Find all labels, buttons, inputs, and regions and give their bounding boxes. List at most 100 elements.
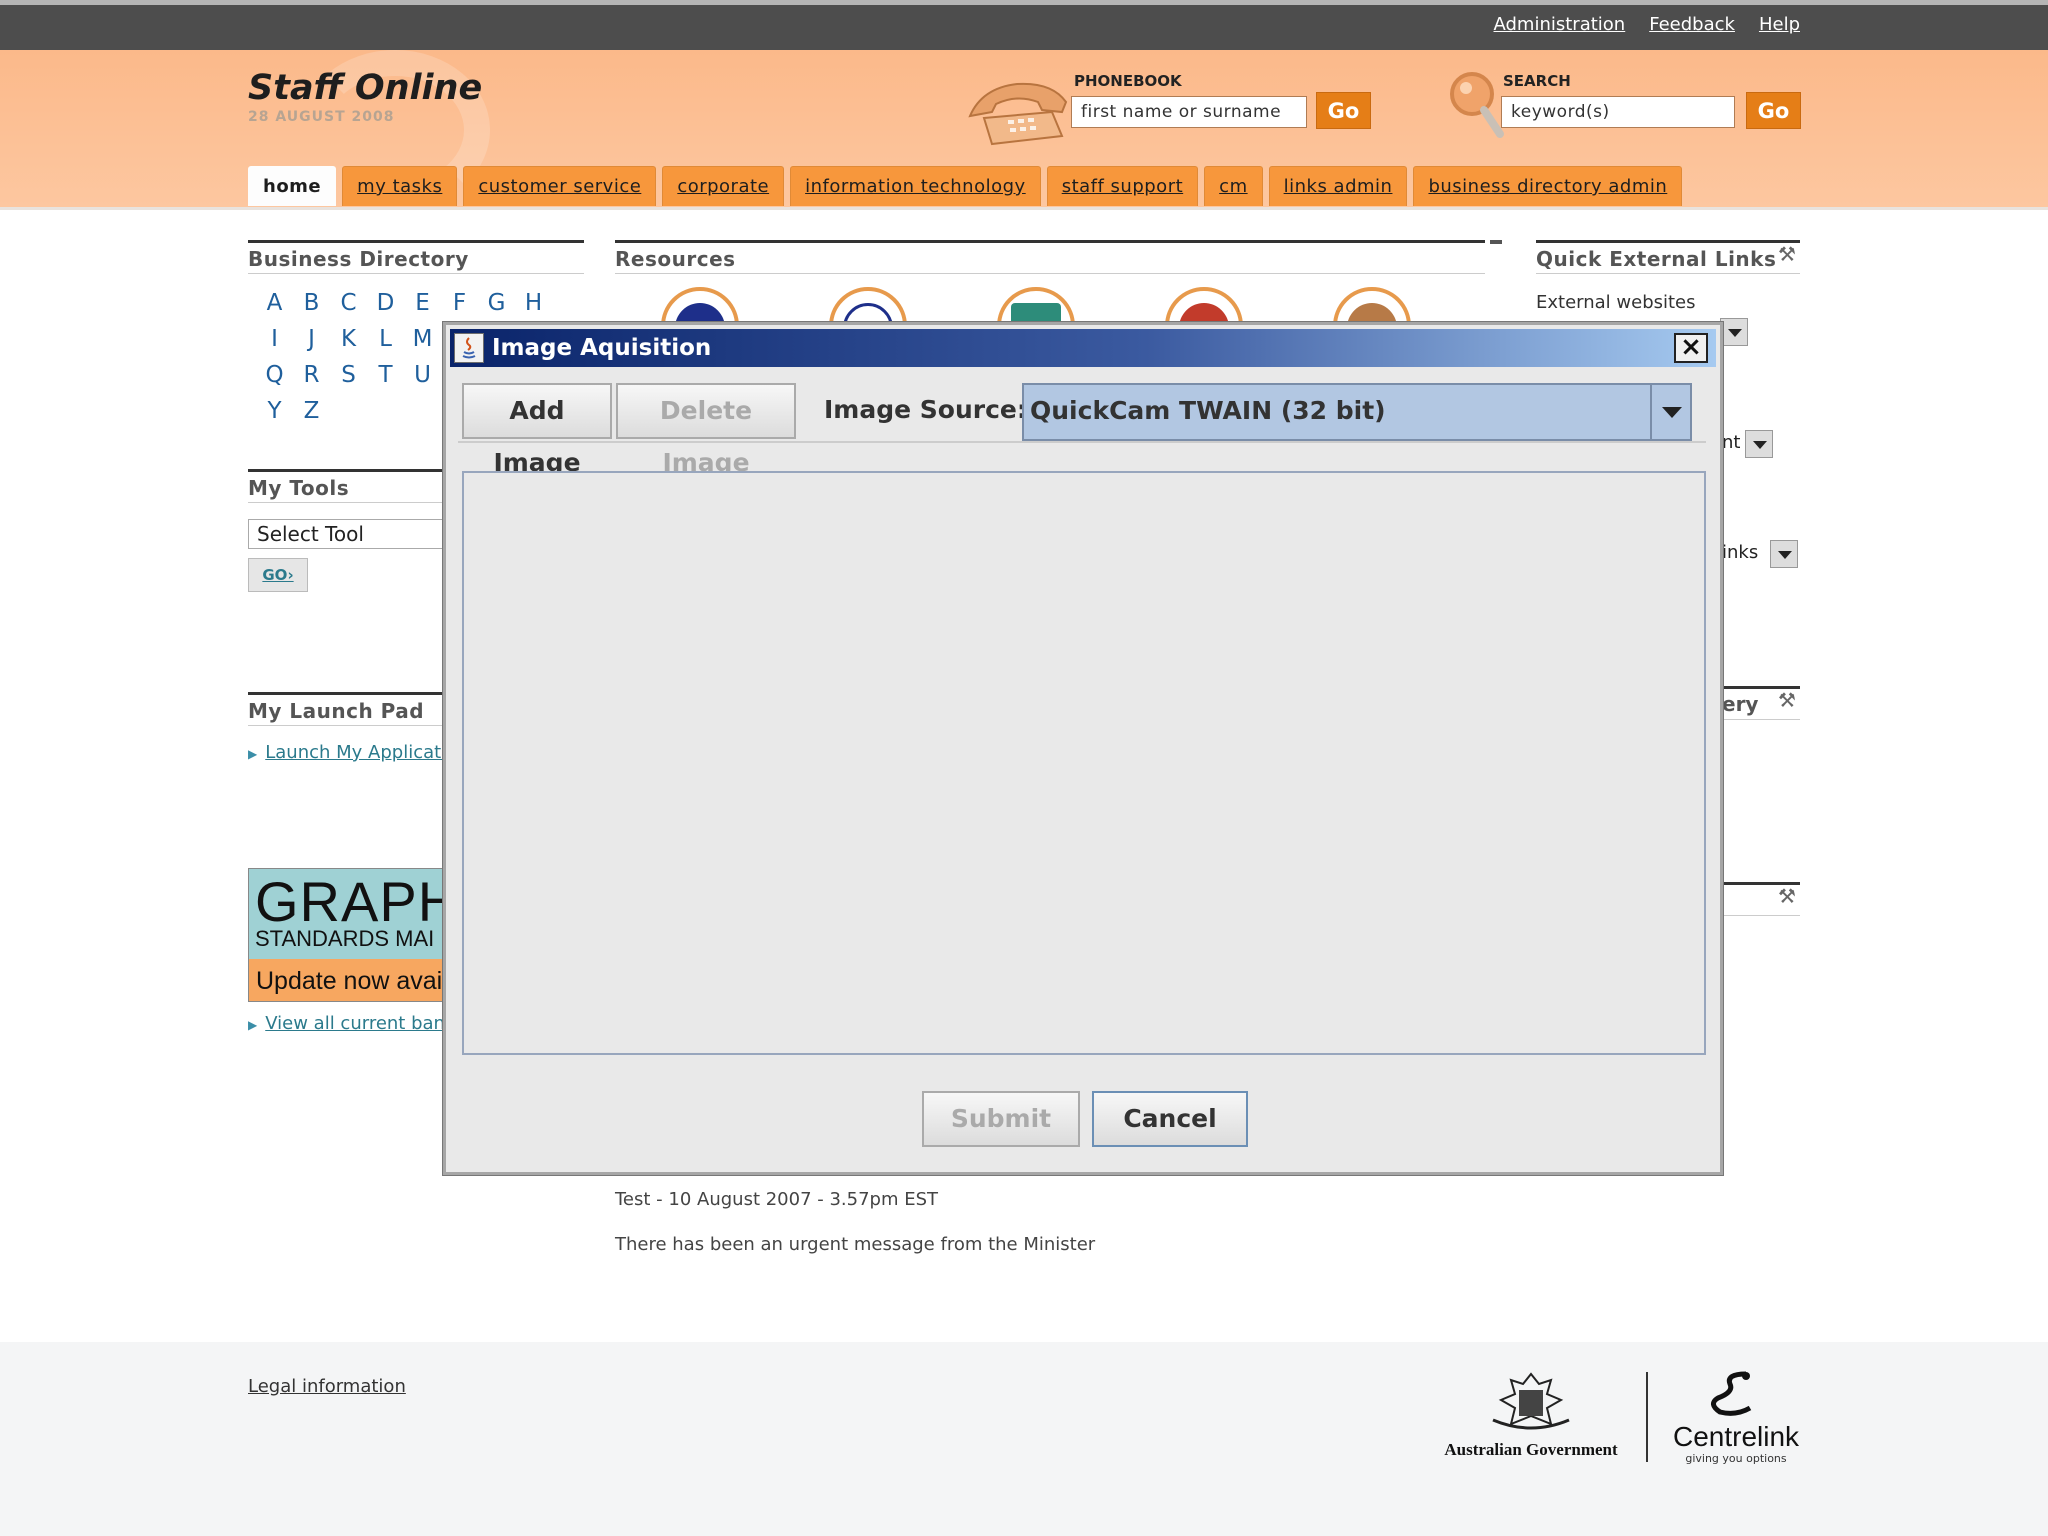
tab-cm[interactable]: cm bbox=[1204, 166, 1263, 206]
submit-button[interactable]: Submit bbox=[922, 1091, 1080, 1147]
tab-business-directory-admin[interactable]: business directory admin bbox=[1413, 166, 1683, 206]
chevron-down-icon[interactable] bbox=[1650, 385, 1690, 439]
tab-staff-support[interactable]: staff support bbox=[1046, 166, 1199, 206]
site-date: 28 AUGUST 2008 bbox=[248, 109, 395, 125]
letter-s[interactable]: S bbox=[330, 362, 367, 398]
wrench-icon[interactable]: ⚒ bbox=[1778, 884, 1796, 908]
tool-go-link[interactable]: GO› bbox=[262, 566, 293, 584]
letter-u[interactable]: U bbox=[404, 362, 441, 398]
wrench-icon[interactable]: ⚒ bbox=[1778, 688, 1796, 712]
launch-applications-link[interactable]: Launch My Applicatic bbox=[265, 742, 456, 763]
external-websites-dropdown[interactable] bbox=[1720, 318, 1748, 346]
tab-cm-link[interactable]: cm bbox=[1219, 176, 1247, 197]
add-image-button[interactable]: Add Image bbox=[462, 383, 612, 477]
arrow-right-icon: ▶ bbox=[248, 1018, 258, 1032]
centrelink-logo: Centrelink giving you options bbox=[1666, 1368, 1806, 1465]
phonebook-input[interactable]: first name or surname bbox=[1071, 96, 1307, 128]
quick-links-dropdown[interactable] bbox=[1745, 430, 1773, 458]
tab-home[interactable]: home bbox=[248, 166, 337, 206]
logo-divider bbox=[1646, 1372, 1648, 1462]
help-link[interactable]: Help bbox=[1759, 14, 1800, 35]
tab-customer-service[interactable]: customer service bbox=[463, 166, 657, 206]
letter-q[interactable]: Q bbox=[256, 362, 293, 398]
tab-information-technology[interactable]: information technology bbox=[790, 166, 1041, 206]
magnifier-icon bbox=[1450, 72, 1504, 138]
tab-information-technology-link[interactable]: information technology bbox=[805, 176, 1026, 197]
letter-h[interactable]: H bbox=[515, 290, 552, 326]
main-navigation: home my tasks customer service corporate… bbox=[248, 166, 1683, 206]
tab-business-directory-admin-link[interactable]: business directory admin bbox=[1428, 176, 1667, 197]
tab-my-tasks-link[interactable]: my tasks bbox=[357, 176, 442, 197]
external-websites-label: External websites bbox=[1536, 292, 1696, 313]
chevron-down-icon bbox=[1753, 441, 1767, 449]
wrench-icon[interactable]: ⚒ bbox=[1778, 242, 1796, 266]
cancel-button[interactable]: Cancel bbox=[1092, 1091, 1248, 1147]
image-source-label: Image Source: bbox=[824, 395, 1027, 424]
government-name: Australian Government bbox=[1444, 1440, 1618, 1459]
search-label: SEARCH bbox=[1503, 72, 1571, 90]
arrow-right-icon: ▶ bbox=[248, 747, 258, 761]
letter-f[interactable]: F bbox=[441, 290, 478, 326]
tab-corporate-link[interactable]: corporate bbox=[677, 176, 769, 197]
letter-g[interactable]: G bbox=[478, 290, 515, 326]
letter-j[interactable]: J bbox=[293, 326, 330, 362]
my-tools-title: My Tools bbox=[248, 469, 448, 503]
links-dropdown[interactable] bbox=[1770, 540, 1798, 568]
letter-m[interactable]: M bbox=[404, 326, 441, 362]
letter-e[interactable]: E bbox=[404, 290, 441, 326]
delete-image-button[interactable]: Delete Image bbox=[616, 383, 796, 477]
coat-of-arms-icon bbox=[1492, 1372, 1570, 1430]
letter-d[interactable]: D bbox=[367, 290, 404, 326]
news-item: Test - 10 August 2007 - 3.57pm EST bbox=[615, 1189, 939, 1210]
chevron-down-icon bbox=[1778, 551, 1792, 559]
tab-links-admin[interactable]: links admin bbox=[1268, 166, 1408, 206]
dropdown-partial-text: nt bbox=[1722, 432, 1741, 453]
letter-y[interactable]: Y bbox=[256, 398, 293, 434]
site-header: Staff Online 28 AUGUST 2008 PHONEBOOK fi… bbox=[0, 50, 2048, 210]
centrelink-swirl-icon bbox=[1711, 1371, 1752, 1416]
letter-a[interactable]: A bbox=[256, 290, 293, 326]
search-input[interactable]: keyword(s) bbox=[1501, 96, 1735, 128]
chevron-down-icon bbox=[1728, 329, 1742, 337]
letter-l[interactable]: L bbox=[367, 326, 404, 362]
dropdown-partial-text: inks bbox=[1722, 542, 1759, 563]
tab-my-tasks[interactable]: my tasks bbox=[342, 166, 458, 206]
image-preview-area[interactable] bbox=[462, 471, 1706, 1055]
letter-c[interactable]: C bbox=[330, 290, 367, 326]
business-directory-title: Business Directory bbox=[248, 240, 584, 274]
dialog-titlebar[interactable]: Image Aquisition × bbox=[450, 329, 1716, 367]
phonebook-go-button[interactable]: Go bbox=[1316, 92, 1371, 129]
tab-staff-support-link[interactable]: staff support bbox=[1062, 176, 1183, 197]
australian-government-logo: Australian Government bbox=[1436, 1366, 1626, 1466]
launch-pad-title: My Launch Pad bbox=[248, 692, 448, 726]
centrelink-name: Centrelink bbox=[1672, 1421, 1800, 1452]
collapse-icon[interactable] bbox=[1490, 240, 1502, 244]
tab-customer-service-link[interactable]: customer service bbox=[478, 176, 641, 197]
banner-subtitle: STANDARDS MAI bbox=[255, 926, 435, 951]
tab-corporate[interactable]: corporate bbox=[662, 166, 785, 206]
letter-z[interactable]: Z bbox=[293, 398, 330, 434]
dialog-title: Image Aquisition bbox=[492, 335, 712, 361]
administration-link[interactable]: Administration bbox=[1494, 14, 1626, 35]
close-icon[interactable]: × bbox=[1674, 333, 1708, 363]
letter-t[interactable]: T bbox=[367, 362, 404, 398]
top-links: Administration Feedback Help bbox=[1494, 14, 1801, 35]
dialog-toolbar: Add Image Delete Image Image Source: Qui… bbox=[458, 379, 1706, 477]
letter-i[interactable]: I bbox=[256, 326, 293, 362]
tool-select[interactable]: Select Tool bbox=[248, 519, 458, 549]
centrelink-tagline: giving you options bbox=[1685, 1452, 1787, 1465]
resources-title: Resources bbox=[615, 240, 1485, 274]
feedback-link[interactable]: Feedback bbox=[1649, 14, 1735, 35]
image-source-select[interactable]: QuickCam TWAIN (32 bit) bbox=[1022, 383, 1692, 441]
graph-banner[interactable]: GRAPH STANDARDS MAI Update now avai bbox=[248, 868, 458, 1002]
tool-go-button[interactable]: GO› bbox=[248, 558, 308, 592]
letter-b[interactable]: B bbox=[293, 290, 330, 326]
tab-links-admin-link[interactable]: links admin bbox=[1284, 176, 1393, 197]
letter-r[interactable]: R bbox=[293, 362, 330, 398]
legal-information-link[interactable]: Legal information bbox=[248, 1376, 406, 1397]
java-icon bbox=[454, 333, 484, 363]
site-title[interactable]: Staff Online bbox=[248, 68, 482, 108]
search-go-button[interactable]: Go bbox=[1746, 92, 1801, 129]
letter-k[interactable]: K bbox=[330, 326, 367, 362]
view-banners-link[interactable]: View all current banr bbox=[265, 1013, 452, 1034]
